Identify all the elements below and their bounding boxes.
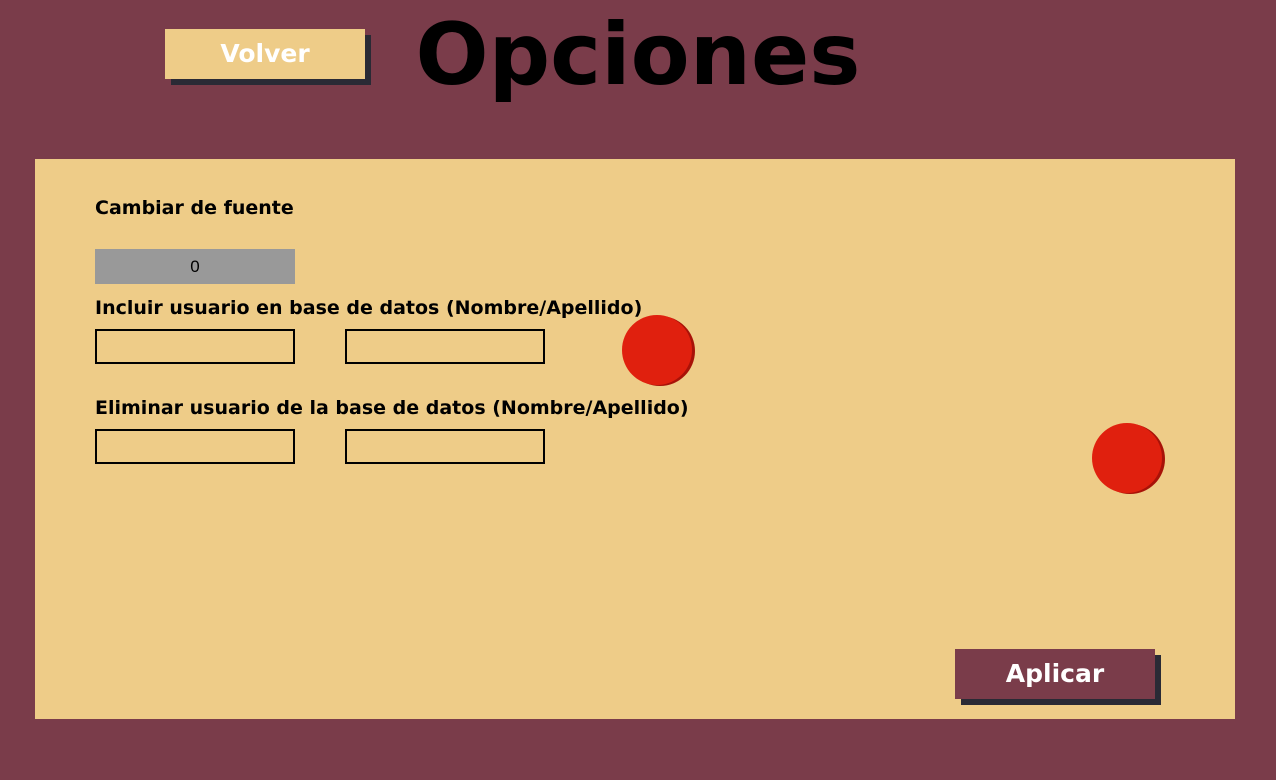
delete-last-name-field[interactable] xyxy=(345,429,545,464)
include-last-name-field[interactable] xyxy=(345,329,545,364)
delete-user-button[interactable] xyxy=(1092,423,1162,493)
delete-first-name-field[interactable] xyxy=(95,429,295,464)
font-selector[interactable]: 0 xyxy=(95,249,295,284)
page-title: Opciones xyxy=(415,5,861,105)
include-first-name-field[interactable] xyxy=(95,329,295,364)
font-label: Cambiar de fuente xyxy=(95,197,294,219)
include-user-button[interactable] xyxy=(622,315,692,385)
delete-user-label: Eliminar usuario de la base de datos (No… xyxy=(95,397,689,419)
include-user-label: Incluir usuario en base de datos (Nombre… xyxy=(95,297,643,319)
aplicar-button[interactable]: Aplicar xyxy=(955,649,1155,699)
options-panel: Cambiar de fuente 0 Incluir usuario en b… xyxy=(35,159,1235,719)
